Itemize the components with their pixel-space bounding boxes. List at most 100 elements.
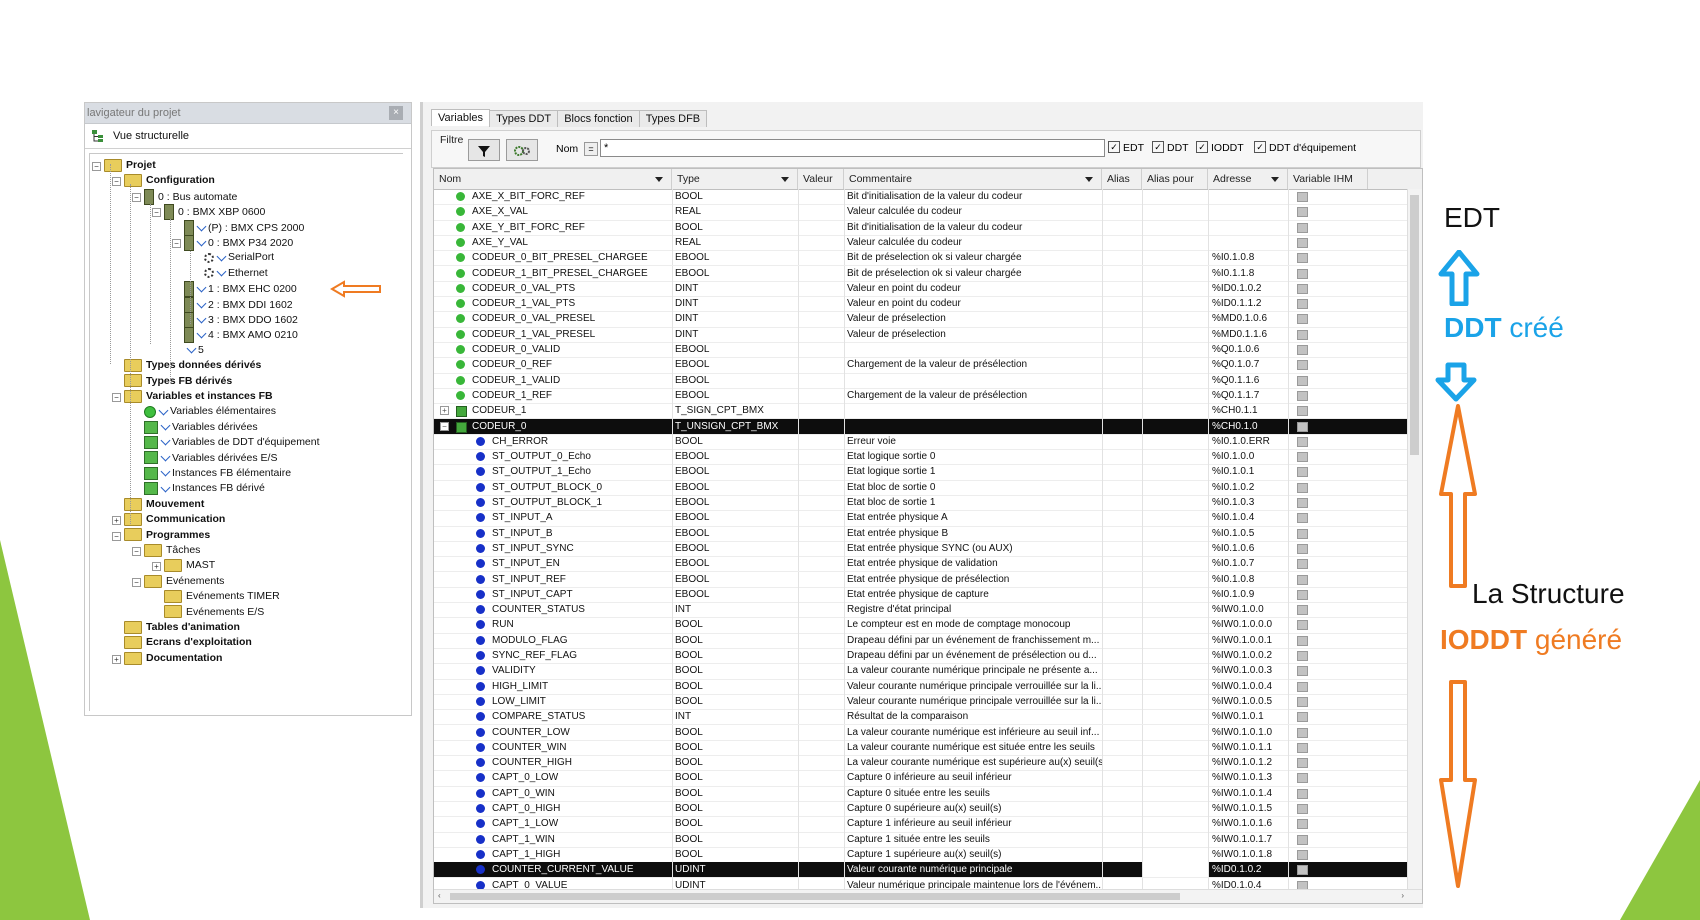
cell-hmi-variable[interactable] bbox=[1288, 418, 1368, 434]
expand-icon[interactable]: + bbox=[152, 562, 161, 572]
cell-comment[interactable]: Bit de préselection ok si valeur chargée bbox=[844, 250, 1102, 266]
cell-hmi-variable[interactable] bbox=[1288, 770, 1368, 786]
sort-dropdown-icon[interactable] bbox=[1085, 177, 1093, 182]
cell-alias[interactable] bbox=[1102, 296, 1142, 312]
column-header-type[interactable]: Type bbox=[672, 169, 798, 189]
collapse-icon[interactable]: − bbox=[132, 192, 141, 202]
cell-hmi-variable[interactable] bbox=[1288, 831, 1368, 847]
cell-name[interactable]: CODEUR_0_BIT_PRESEL_CHARGEE bbox=[434, 250, 670, 265]
cell-name[interactable]: CODEUR_0_REF bbox=[434, 357, 670, 372]
collapse-icon[interactable]: − bbox=[172, 239, 181, 248]
cell-alias[interactable] bbox=[1102, 724, 1142, 740]
cell-address[interactable]: %IW0.1.0.0.4 bbox=[1208, 678, 1288, 694]
hmi-checkbox-icon[interactable] bbox=[1297, 207, 1308, 218]
cell-type[interactable]: BOOL bbox=[672, 801, 798, 817]
cell-name[interactable]: ST_INPUT_A bbox=[434, 510, 670, 525]
close-icon[interactable]: × bbox=[389, 106, 403, 120]
hmi-checkbox-icon[interactable] bbox=[1297, 360, 1308, 371]
cell-type[interactable]: BOOL bbox=[672, 816, 798, 832]
cell-alias[interactable] bbox=[1102, 372, 1142, 388]
tree-node[interactable]: Projet bbox=[104, 158, 156, 173]
collapse-icon[interactable]: − bbox=[440, 421, 449, 431]
cell-value[interactable] bbox=[798, 862, 844, 878]
hmi-checkbox-icon[interactable] bbox=[1297, 727, 1308, 738]
cell-type[interactable]: REAL bbox=[672, 234, 798, 251]
table-row[interactable]: AXE_X_VAL REAL Valeur calculée du codeur bbox=[434, 204, 1422, 221]
cell-comment[interactable]: Registre d'état principal bbox=[844, 602, 1102, 618]
cell-address[interactable]: %IW0.1.0.1.6 bbox=[1208, 816, 1288, 832]
cell-name[interactable]: COUNTER_CURRENT_VALUE bbox=[434, 862, 670, 877]
tree-node[interactable]: Ecrans d'exploitation bbox=[124, 635, 252, 650]
tree-node[interactable]: Tâches bbox=[144, 543, 200, 558]
cell-alias[interactable] bbox=[1102, 632, 1142, 648]
cell-type[interactable]: BOOL bbox=[672, 663, 798, 679]
collapse-icon[interactable]: − bbox=[112, 177, 121, 187]
checkbox-ddt[interactable]: ✓ DDT bbox=[1152, 141, 1189, 154]
cell-hmi-variable[interactable] bbox=[1288, 433, 1368, 450]
cell-value[interactable] bbox=[798, 525, 844, 541]
cell-address[interactable]: %CH0.1.1 bbox=[1208, 403, 1288, 419]
filter-settings-icon[interactable] bbox=[506, 139, 538, 161]
cell-value[interactable] bbox=[798, 280, 844, 297]
tree-node[interactable]: (P) : BMX CPS 2000 bbox=[184, 219, 304, 236]
cell-alias-for[interactable] bbox=[1142, 250, 1208, 266]
cell-alias-for[interactable] bbox=[1142, 755, 1208, 771]
cell-alias[interactable] bbox=[1102, 785, 1142, 801]
cell-alias-for[interactable] bbox=[1142, 816, 1208, 832]
cell-address[interactable]: %I0.1.0.ERR bbox=[1208, 433, 1288, 450]
hmi-checkbox-icon[interactable] bbox=[1297, 345, 1308, 355]
cell-type[interactable]: INT bbox=[672, 709, 798, 725]
hmi-checkbox-icon[interactable] bbox=[1297, 237, 1308, 248]
table-row[interactable]: ST_INPUT_CAPT EBOOL Etat entrée physique d… bbox=[434, 586, 1422, 604]
cell-hmi-variable[interactable] bbox=[1288, 250, 1368, 266]
cell-name[interactable]: CH_ERROR bbox=[434, 434, 670, 449]
cell-value[interactable] bbox=[798, 326, 844, 342]
cell-name[interactable]: CODEUR_0_VAL_PTS bbox=[434, 281, 670, 296]
cell-comment[interactable] bbox=[844, 342, 1102, 358]
cell-name[interactable]: CAPT_0_WIN bbox=[434, 786, 670, 801]
table-row[interactable]: CODEUR_1_VAL_PRESEL DINT Valeur de présele… bbox=[434, 326, 1422, 343]
cell-comment[interactable]: Valeur courante numérique principale ver… bbox=[844, 693, 1102, 710]
table-row[interactable]: CODEUR_1_BIT_PRESEL_CHARGEE EBOOL Bit de p… bbox=[434, 265, 1422, 282]
cell-address[interactable]: %Q0.1.1.6 bbox=[1208, 372, 1288, 388]
cell-value[interactable] bbox=[798, 709, 844, 725]
cell-alias[interactable] bbox=[1102, 709, 1142, 725]
cell-comment[interactable]: Valeur de préselection bbox=[844, 311, 1102, 327]
cell-type[interactable]: T_UNSIGN_CPT_BMX bbox=[672, 418, 798, 434]
hmi-checkbox-icon[interactable] bbox=[1297, 849, 1308, 860]
cell-alias-for[interactable] bbox=[1142, 724, 1208, 740]
cell-comment[interactable]: Etat bloc de sortie 1 bbox=[844, 495, 1102, 511]
cell-address[interactable]: %I0.1.0.7 bbox=[1208, 556, 1288, 572]
cell-hmi-variable[interactable] bbox=[1288, 663, 1368, 679]
cell-comment[interactable]: Capture 1 supérieure au(x) seuil(s) bbox=[844, 846, 1102, 863]
checkbox-ddt-equipement[interactable]: ✓ DDT d'équipement bbox=[1254, 141, 1356, 154]
horizontal-scroll-thumb[interactable] bbox=[450, 893, 1180, 900]
cell-type[interactable]: DINT bbox=[672, 280, 798, 297]
table-row[interactable]: CAPT_1_WIN BOOL Capture 1 située entre les… bbox=[434, 831, 1422, 848]
cell-name[interactable]: CODEUR_1_REF bbox=[434, 388, 670, 403]
table-row[interactable]: + CODEUR_1 T_SIGN_CPT_BMX %CH0.1.1 bbox=[434, 403, 1422, 420]
cell-address[interactable]: %IW0.1.0.0.3 bbox=[1208, 663, 1288, 679]
cell-address[interactable] bbox=[1208, 234, 1288, 251]
cell-hmi-variable[interactable] bbox=[1288, 234, 1368, 251]
cell-type[interactable]: BOOL bbox=[672, 433, 798, 450]
cell-comment[interactable]: Etat entrée physique de validation bbox=[844, 556, 1102, 572]
cell-type[interactable]: UDINT bbox=[672, 862, 798, 878]
cell-address[interactable]: %Q0.1.0.7 bbox=[1208, 357, 1288, 373]
table-row[interactable]: CODEUR_0_VALID EBOOL %Q0.1.0.6 bbox=[434, 342, 1422, 359]
cell-value[interactable] bbox=[798, 189, 844, 205]
hmi-checkbox-icon[interactable] bbox=[1297, 467, 1308, 478]
cell-address[interactable]: %Q0.1.0.6 bbox=[1208, 342, 1288, 358]
cell-comment[interactable]: Valeur en point du codeur bbox=[844, 280, 1102, 297]
cell-address[interactable]: %ID0.1.0.2 bbox=[1208, 280, 1288, 297]
column-header-commentaire[interactable]: Commentaire bbox=[844, 169, 1102, 189]
table-row[interactable]: CH_ERROR BOOL Erreur voie %I0.1.0.ERR bbox=[434, 433, 1422, 451]
cell-type[interactable]: EBOOL bbox=[672, 479, 798, 495]
table-row[interactable]: HIGH_LIMIT BOOL Valeur courante numérique … bbox=[434, 678, 1422, 695]
table-row[interactable]: CAPT_1_LOW BOOL Capture 1 inférieure au se… bbox=[434, 816, 1422, 833]
hmi-checkbox-icon[interactable] bbox=[1297, 192, 1308, 202]
tree-node[interactable]: Variables élémentaires bbox=[144, 404, 276, 419]
cell-comment[interactable]: Capture 0 inférieure au seuil inférieur bbox=[844, 770, 1102, 786]
table-row[interactable]: COUNTER_WIN BOOL La valeur courante numéri… bbox=[434, 739, 1422, 757]
cell-alias[interactable] bbox=[1102, 571, 1142, 587]
